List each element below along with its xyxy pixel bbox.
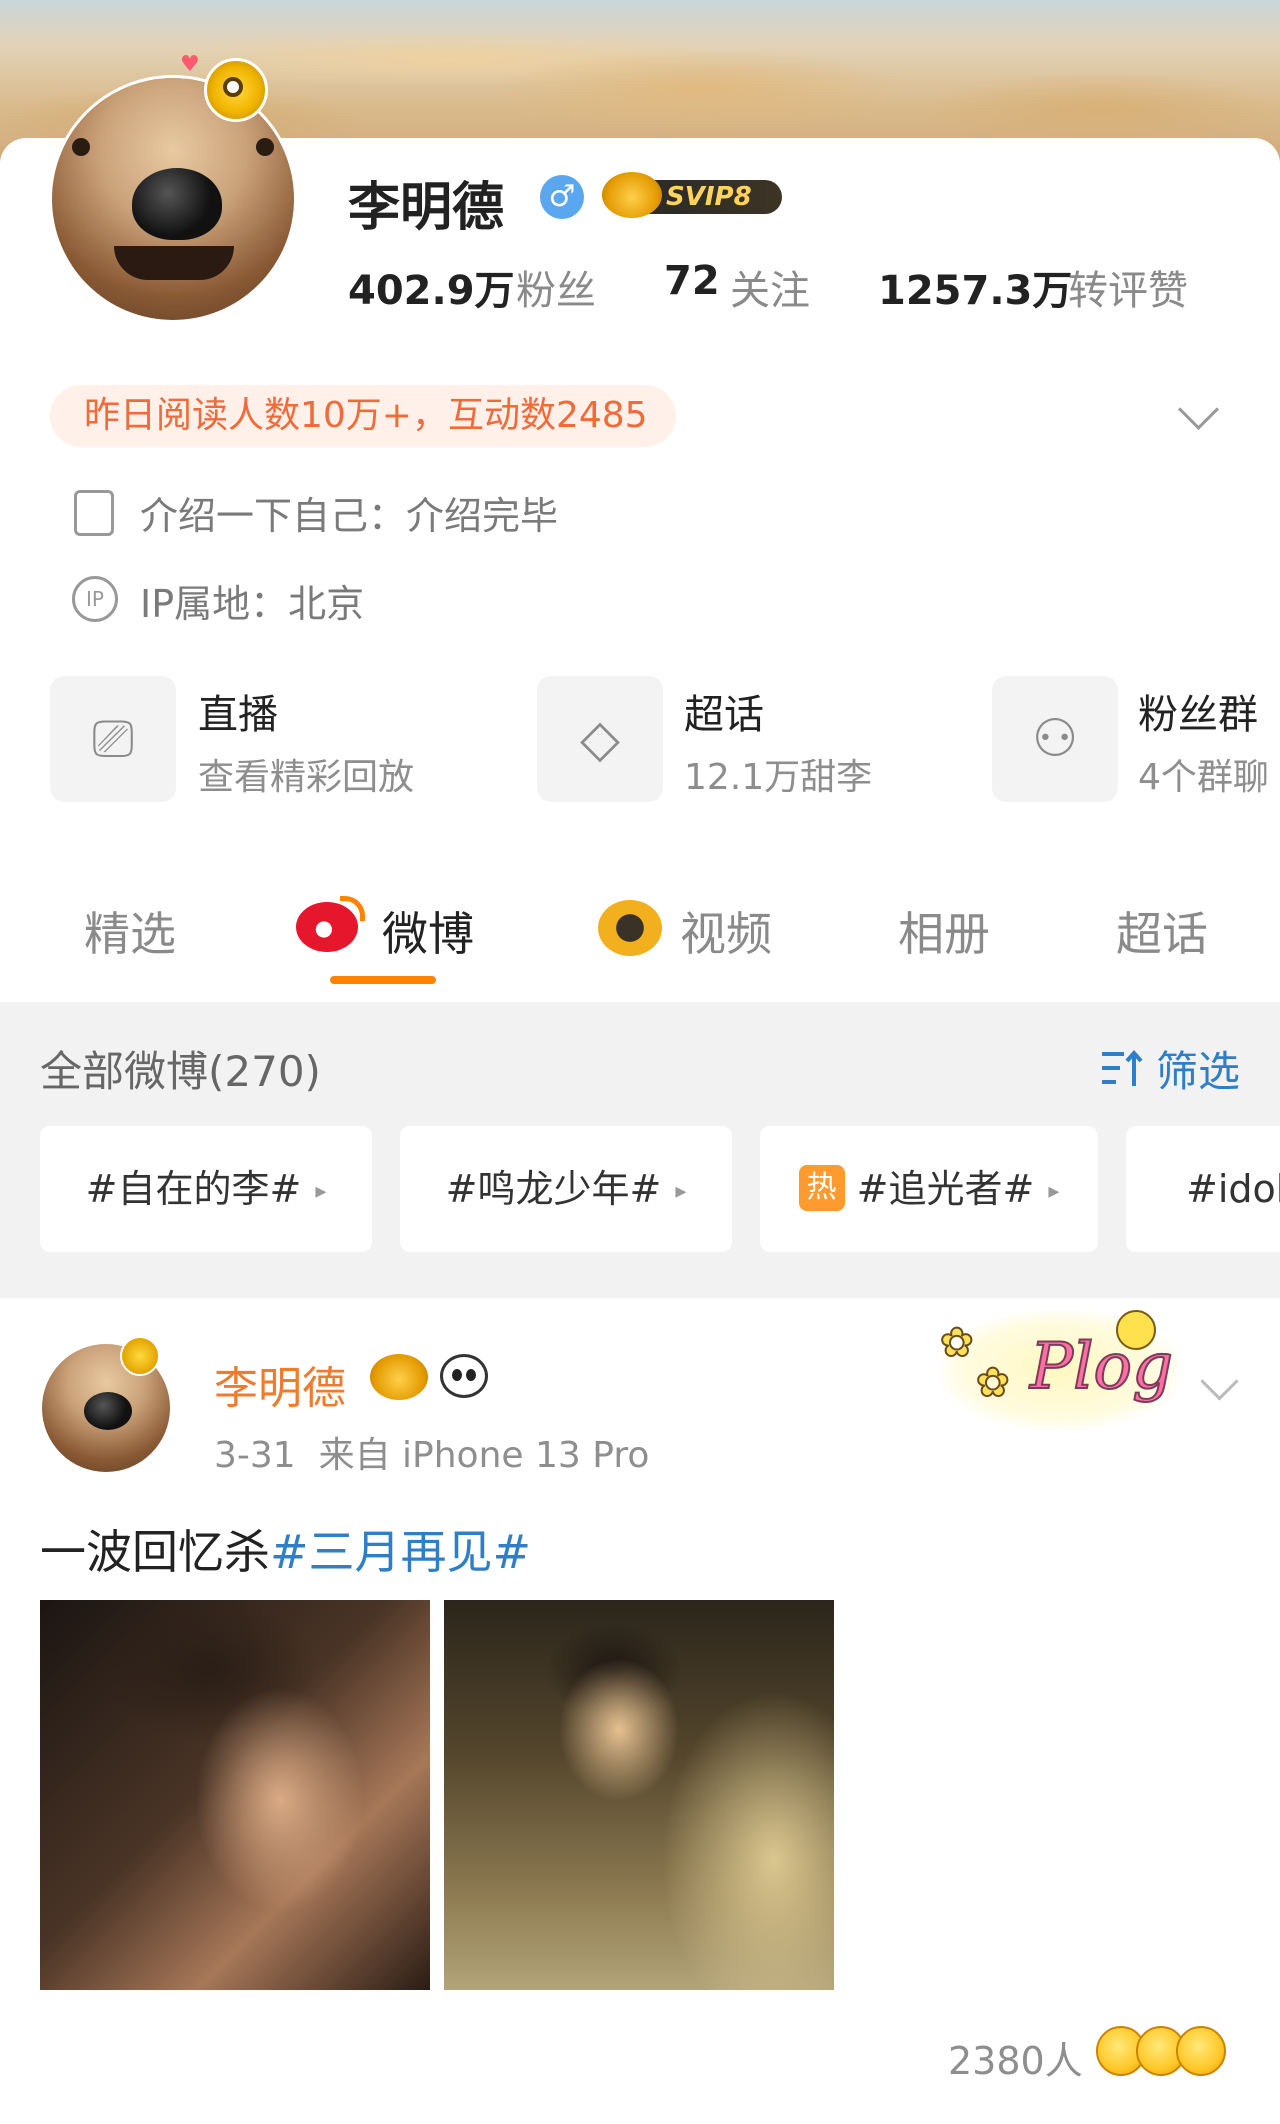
avatar-nose	[132, 168, 222, 240]
weibo-wave-icon	[340, 896, 365, 921]
profile-name: 李明德	[348, 178, 505, 238]
post-hashtag[interactable]: #三月再见#	[270, 1525, 531, 1579]
avatar-eye-left	[72, 138, 90, 156]
flower-icon: ✿	[939, 1319, 974, 1367]
heart-icon: ♥	[180, 52, 200, 77]
male-icon: ♂	[540, 175, 584, 219]
filter-button[interactable]: 筛选	[1156, 1038, 1240, 1099]
chevron-down-icon[interactable]	[1200, 1362, 1239, 1401]
post-meta: 3-31 来自 iPhone 13 Pro	[214, 1435, 650, 1476]
ip-location: IP属地：北京	[140, 582, 365, 626]
interactions-label[interactable]: 转评赞	[1068, 258, 1188, 316]
all-weibo-count: 全部微博(270)	[40, 1047, 321, 1096]
followers-count[interactable]: 402.9万	[348, 258, 515, 316]
topic-label: #idol	[1186, 1167, 1280, 1211]
crown-icon	[370, 1354, 428, 1400]
topic-chip[interactable]: #鸣龙少年# ▸	[400, 1126, 732, 1252]
following-label[interactable]: 关注	[730, 258, 810, 316]
triangle-right-icon: ▸	[675, 1178, 687, 1204]
super-topic-icon-box[interactable]: ◇	[537, 676, 663, 802]
group-icon: ⚇	[1031, 709, 1079, 769]
live-icon-box[interactable]: ⎚	[50, 676, 176, 802]
avatar-pendant-core	[223, 77, 243, 97]
post-text-plain: 一波回忆杀	[40, 1525, 270, 1579]
triangle-right-icon: ▸	[1048, 1178, 1060, 1204]
tab-weibo[interactable]: 微博	[382, 898, 474, 964]
post-image[interactable]	[40, 1600, 430, 1990]
post-author-name[interactable]: 李明德	[214, 1352, 346, 1416]
avatar[interactable]	[52, 78, 294, 320]
topic-chip[interactable]: #自在的李# ▸	[40, 1126, 372, 1252]
laughing-emoji-icon	[1176, 2026, 1226, 2076]
avatar-nose	[84, 1392, 132, 1430]
plog-text: Plog	[1029, 1329, 1174, 1405]
followers-label[interactable]: 粉丝	[516, 258, 596, 316]
following-count[interactable]: 72	[664, 258, 720, 304]
super-topic-subtitle[interactable]: 12.1万甜李	[684, 748, 872, 800]
topic-label: #鸣龙少年#	[445, 1167, 662, 1211]
avatar-mouth	[114, 246, 234, 280]
chevron-down-icon[interactable]	[1177, 388, 1220, 431]
bio-text: 介绍一下自己：介绍完毕	[140, 494, 559, 538]
document-icon	[74, 490, 114, 536]
filter-icon[interactable]	[1100, 1048, 1144, 1088]
fan-group-subtitle[interactable]: 4个群聊	[1138, 748, 1269, 800]
topic-label: #自在的李#	[85, 1167, 302, 1211]
video-icon	[598, 900, 662, 956]
crown-icon	[602, 172, 662, 218]
triangle-right-icon: ▸	[315, 1178, 327, 1204]
post-text: 一波回忆杀#三月再见#	[40, 1516, 531, 1582]
avatar-pendant-icon	[120, 1336, 160, 1376]
live-subtitle[interactable]: 查看精彩回放	[198, 748, 414, 800]
avatar-pendant-icon	[204, 58, 268, 122]
flower-icon: ✿	[975, 1359, 1010, 1407]
interactions-count[interactable]: 1257.3万	[878, 258, 1072, 316]
active-tab-indicator	[330, 976, 436, 984]
avatar-eye-right	[256, 138, 274, 156]
read-summary-pill[interactable]: 昨日阅读人数10万+，互动数2485	[50, 385, 676, 447]
topic-chip[interactable]: #idol	[1126, 1126, 1280, 1252]
diamond-icon: ◇	[580, 709, 620, 769]
svip-badge[interactable]: SVIP8	[602, 172, 782, 218]
plog-sticker: ✿ ✿ Plog	[939, 1310, 1180, 1430]
tab-video[interactable]: 视频	[680, 898, 772, 964]
topic-label: #追光者#	[856, 1167, 1035, 1211]
svip-label: SVIP8	[642, 180, 782, 214]
tv-icon: ⎚	[92, 709, 134, 769]
hot-badge: 热	[798, 1164, 845, 1211]
live-title[interactable]: 直播	[198, 682, 278, 740]
ip-icon: IP	[72, 576, 118, 622]
topic-chip[interactable]: 热 #追光者# ▸	[760, 1126, 1098, 1252]
tab-album[interactable]: 相册	[898, 898, 990, 964]
super-topic-title[interactable]: 超话	[684, 682, 764, 740]
reactions-count[interactable]: 2380人	[948, 2030, 1083, 2085]
tab-featured[interactable]: 精选	[84, 898, 176, 964]
tab-super-topic[interactable]: 超话	[1116, 898, 1208, 964]
fan-group-title[interactable]: 粉丝群	[1138, 682, 1258, 740]
panda-icon	[440, 1354, 488, 1398]
fan-group-icon-box[interactable]: ⚇	[992, 676, 1118, 802]
post-image[interactable]	[444, 1600, 834, 1990]
